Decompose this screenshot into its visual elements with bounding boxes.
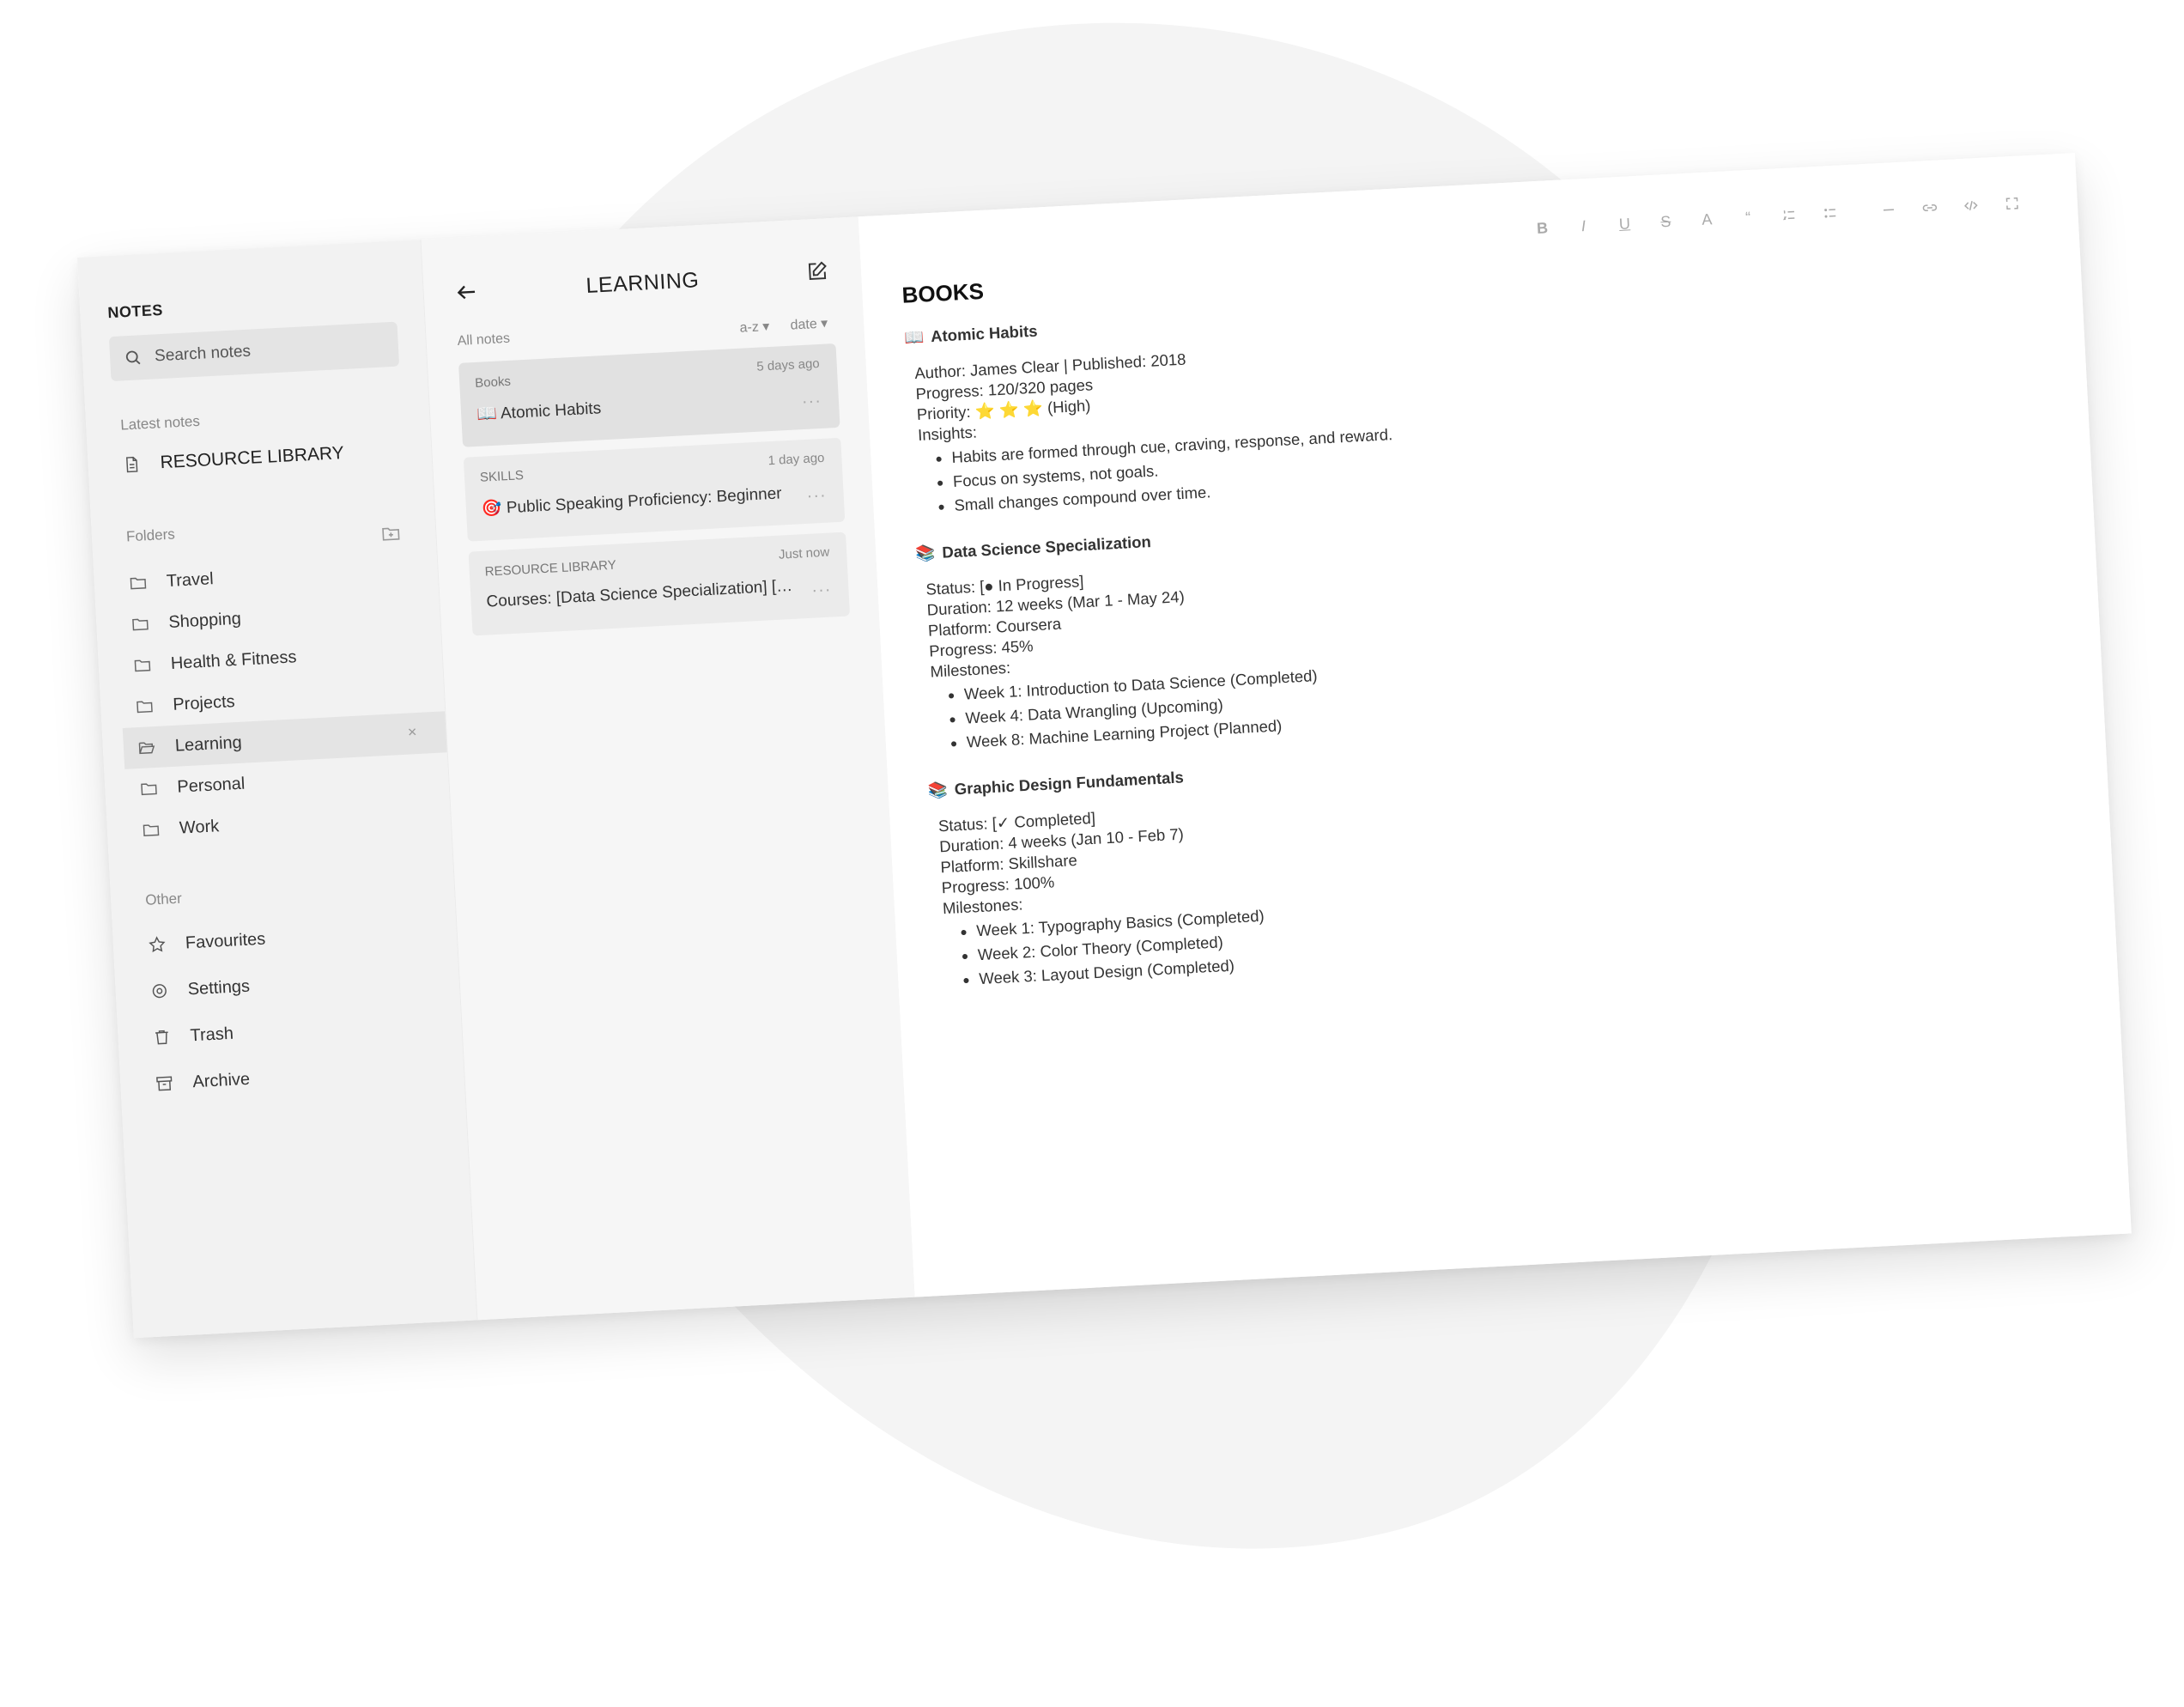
- folder-icon: [132, 655, 152, 675]
- folder-label: Health & Fitness: [170, 647, 297, 674]
- search-input[interactable]: [153, 334, 389, 367]
- heading-text: Atomic Habits: [931, 322, 1038, 345]
- numbered-list-button[interactable]: [1768, 201, 1811, 228]
- more-options-icon[interactable]: ···: [801, 392, 822, 412]
- folder-label: Work: [179, 817, 219, 838]
- divider-icon: [1881, 202, 1897, 218]
- nav-archive[interactable]: Archive: [154, 1048, 464, 1105]
- more-options-icon[interactable]: ···: [811, 580, 832, 601]
- star-rating-icon: ⭐ ⭐ ⭐: [974, 398, 1043, 420]
- latest-note-item[interactable]: RESOURCE LIBRARY: [121, 428, 432, 486]
- quote-button[interactable]: “: [1726, 204, 1769, 231]
- notes-app-window: NOTES Latest notes RESOURCE LIBRARY Fold…: [77, 153, 2132, 1338]
- sidebar: NOTES Latest notes RESOURCE LIBRARY Fold…: [77, 240, 476, 1338]
- sort-date-button[interactable]: date ▾: [790, 314, 828, 333]
- course-data-science: 📚Data Science Specialization Status: [● …: [915, 477, 2184, 755]
- code-button[interactable]: [1950, 191, 1993, 219]
- folder-icon: [141, 820, 161, 840]
- underline-button[interactable]: U: [1604, 210, 1647, 237]
- books-emoji-icon: 📚: [915, 544, 936, 562]
- more-options-icon[interactable]: ···: [806, 486, 827, 507]
- folder-icon: [128, 573, 148, 592]
- other-label: Other: [145, 890, 183, 909]
- note-title-text: Courses: [Data Science Specialization] […: [486, 577, 796, 611]
- folder-open-icon: [136, 738, 156, 757]
- fullscreen-button[interactable]: [1991, 190, 2034, 217]
- folder-icon: [139, 779, 159, 799]
- latest-notes-label: Latest notes: [120, 413, 201, 434]
- close-icon[interactable]: ×: [407, 723, 417, 742]
- bold-button[interactable]: B: [1521, 214, 1564, 241]
- app-title: NOTES: [107, 301, 164, 322]
- target-emoji-icon: 🎯: [481, 500, 502, 519]
- folder-label: Learning: [174, 732, 242, 756]
- folder-label: Shopping: [168, 609, 242, 632]
- book-emoji-icon: 📖: [476, 405, 498, 424]
- link-icon: [1921, 200, 1938, 216]
- new-note-icon[interactable]: [805, 259, 828, 282]
- notes-list-panel: LEARNING All notes a-z ▾ date ▾ Books 5 …: [420, 216, 914, 1320]
- priority-label: Priority:: [916, 403, 971, 423]
- sort-az-button[interactable]: a-z ▾: [739, 318, 770, 337]
- settings-icon: [149, 981, 169, 1001]
- folder-label: Projects: [173, 692, 235, 715]
- folders-label: Folders: [126, 526, 176, 546]
- nav-label: Trash: [190, 1024, 234, 1046]
- bullet-list-button[interactable]: [1809, 199, 1852, 227]
- folder-label: Personal: [177, 774, 246, 797]
- archive-icon: [155, 1073, 174, 1093]
- editor-panel: B I U S A “ BOO: [858, 153, 2132, 1297]
- folder-icon: [130, 614, 150, 634]
- folder-label: Travel: [166, 569, 214, 592]
- note-time: 1 day ago: [767, 451, 825, 468]
- priority-text: (High): [1047, 396, 1091, 416]
- numbered-list-icon: [1781, 207, 1798, 223]
- note-card-atomic-habits[interactable]: Books 5 days ago 📖 Atomic Habits ···: [458, 343, 840, 447]
- add-folder-icon[interactable]: [380, 523, 402, 544]
- nav-label: Settings: [187, 976, 250, 999]
- search-icon: [124, 348, 143, 368]
- italic-button[interactable]: I: [1562, 212, 1605, 240]
- book-emoji-icon: 📖: [904, 328, 925, 347]
- nav-label: Archive: [192, 1069, 251, 1091]
- code-icon: [1963, 197, 1979, 214]
- note-title: 🎯 Public Speaking Proficiency: Beginner: [481, 483, 791, 519]
- divider-button[interactable]: [1867, 196, 1910, 223]
- fullscreen-icon: [2004, 196, 2020, 212]
- text-color-button[interactable]: A: [1686, 205, 1729, 233]
- note-title: 📖 Atomic Habits: [476, 388, 786, 425]
- folder-title: LEARNING: [423, 259, 862, 307]
- star-icon: [147, 935, 167, 955]
- latest-note-label: RESOURCE LIBRARY: [160, 443, 344, 473]
- heading-text: Data Science Specialization: [942, 532, 1151, 562]
- nav-label: Favourites: [185, 929, 265, 953]
- trash-icon: [152, 1028, 172, 1048]
- note-title-text: Atomic Habits: [500, 399, 602, 422]
- course-graphic-design: 📚Graphic Design Fundamentals Status: [✓ …: [927, 714, 2184, 992]
- note-time: Just now: [779, 545, 830, 562]
- note-document[interactable]: BOOKS 📖Atomic Habits Author: James Clear…: [901, 217, 2184, 1017]
- heading-text: Graphic Design Fundamentals: [954, 768, 1184, 798]
- strikethrough-button[interactable]: S: [1645, 208, 1688, 235]
- link-button[interactable]: [1908, 194, 1951, 222]
- note-title-text: Public Speaking Proficiency: Beginner: [506, 484, 782, 517]
- all-notes-label: All notes: [457, 331, 510, 349]
- book-atomic-habits: 📖Atomic Habits Author: James Clear | Pub…: [904, 260, 2184, 518]
- search-box[interactable]: [109, 322, 399, 382]
- note-card-public-speaking[interactable]: SKILLS 1 day ago 🎯 Public Speaking Profi…: [464, 438, 846, 542]
- bullet-list-icon: [1823, 205, 1839, 222]
- note-card-resource-library[interactable]: RESOURCE LIBRARY Just now Courses: [Data…: [469, 532, 851, 636]
- document-icon: [122, 454, 142, 474]
- folder-icon: [135, 696, 155, 716]
- books-emoji-icon: 📚: [927, 781, 948, 799]
- note-title: Courses: [Data Science Specialization] […: [486, 577, 796, 612]
